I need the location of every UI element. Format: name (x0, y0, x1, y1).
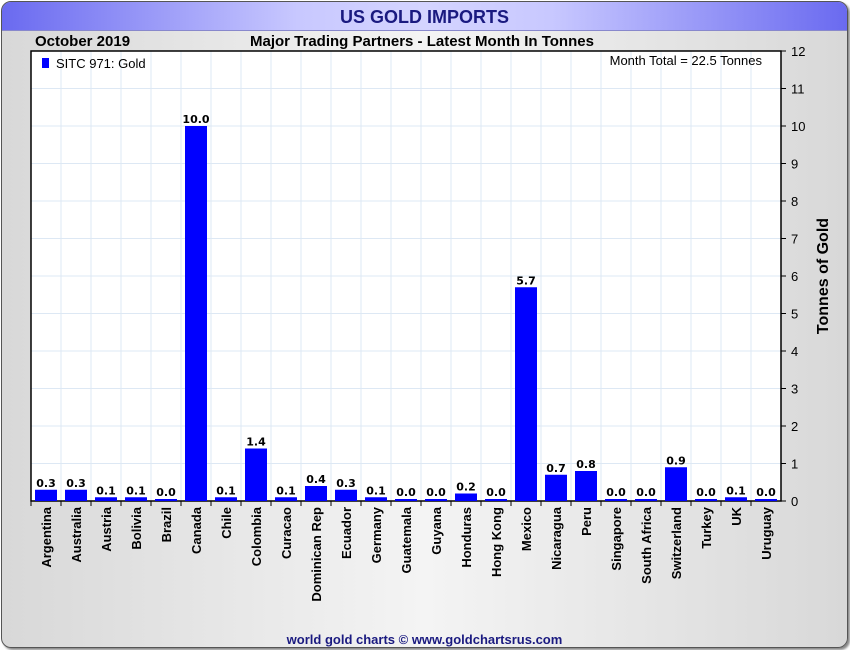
x-tick-label: UK (729, 506, 744, 525)
bar (95, 497, 117, 501)
bar (755, 499, 777, 501)
bar (425, 499, 447, 501)
bar (155, 499, 177, 501)
data-label: 0.8 (576, 458, 596, 471)
bar (305, 486, 327, 501)
x-tick-label: Uruguay (759, 506, 774, 560)
x-tick-label: Curacao (279, 507, 294, 559)
bar (605, 499, 627, 501)
y-tick-label: 1 (791, 457, 798, 472)
bar (65, 489, 87, 501)
y-tick-label: 0 (791, 494, 798, 509)
bar (575, 471, 597, 501)
bar (125, 497, 147, 501)
bar (635, 499, 657, 501)
bar (545, 474, 567, 501)
x-tick-label: Turkey (699, 506, 714, 548)
y-tick-label: 12 (791, 44, 805, 59)
bar (35, 489, 57, 501)
data-label: 0.0 (426, 486, 446, 499)
y-tick-label: 8 (791, 194, 798, 209)
chart-window: US GOLD IMPORTS October 2019 Major Tradi… (1, 1, 848, 648)
data-label: 0.2 (456, 481, 476, 494)
y-tick-label: 10 (791, 119, 805, 134)
data-label: 0.0 (396, 486, 416, 499)
data-label: 0.4 (306, 473, 326, 486)
data-label: 0.1 (126, 484, 146, 497)
x-tick-label: Honduras (459, 507, 474, 568)
x-tick-label: Colombia (249, 506, 264, 566)
x-tick-label: Hong Kong (489, 507, 504, 577)
data-label: 0.0 (756, 486, 776, 499)
x-tick-label: Nicaragua (549, 506, 564, 570)
x-tick-label: Bolivia (129, 506, 144, 549)
x-tick-label: Argentina (39, 506, 54, 567)
data-label: 0.1 (366, 484, 386, 497)
y-tick-label: 5 (791, 307, 798, 322)
x-tick-label: Switzerland (669, 507, 684, 579)
y-tick-label: 9 (791, 157, 798, 172)
x-tick-label: Mexico (519, 507, 534, 551)
x-tick-label: Guyana (429, 506, 444, 554)
bar (365, 497, 387, 501)
y-tick-label: 7 (791, 232, 798, 247)
y-tick-label: 4 (791, 344, 798, 359)
x-tick-label: Brazil (159, 507, 174, 542)
x-tick-label: South Africa (639, 506, 654, 584)
data-label: 0.0 (636, 486, 656, 499)
x-tick-label: Singapore (609, 507, 624, 571)
x-tick-label: Peru (579, 507, 594, 536)
data-label: 1.4 (246, 436, 266, 449)
x-tick-label: Guatemala (399, 506, 414, 573)
bar (185, 126, 207, 501)
bar (455, 493, 477, 501)
x-tick-label: Germany (369, 506, 384, 563)
data-label: 0.9 (666, 454, 686, 467)
data-label: 10.0 (182, 113, 209, 126)
data-label: 0.0 (606, 486, 626, 499)
data-label: 0.3 (36, 477, 56, 490)
y-tick-label: 11 (791, 82, 805, 97)
data-label: 0.7 (546, 462, 566, 475)
bar (395, 499, 417, 501)
legend-swatch (42, 58, 49, 68)
x-tick-label: Austria (99, 506, 114, 552)
data-label: 5.7 (516, 274, 536, 287)
data-label: 0.0 (486, 486, 506, 499)
data-label: 0.3 (336, 477, 356, 490)
data-label: 0.1 (216, 484, 236, 497)
bar (335, 489, 357, 501)
y-tick-label: 6 (791, 269, 798, 284)
data-label: 0.0 (696, 486, 716, 499)
bar (245, 448, 267, 501)
data-label: 0.3 (66, 477, 86, 490)
y-axis-label: Tonnes of Gold (815, 218, 832, 334)
data-label: 0.1 (276, 484, 296, 497)
x-tick-label: Ecuador (339, 507, 354, 559)
bar (485, 499, 507, 501)
month-total-annotation: Month Total = 22.5 Tonnes (610, 53, 763, 68)
x-tick-label: Dominican Rep (309, 507, 324, 602)
y-tick-label: 2 (791, 419, 798, 434)
data-label: 0.1 (726, 484, 746, 497)
bar (275, 497, 297, 501)
x-tick-label: Chile (219, 507, 234, 539)
bar (515, 287, 537, 501)
bar (695, 499, 717, 501)
bar (215, 497, 237, 501)
legend-label: SITC 971: Gold (56, 56, 146, 71)
x-tick-label: Australia (69, 506, 84, 562)
bar (665, 467, 687, 501)
bar-chart: 0123456789101112Tonnes of Gold0.3Argenti… (30, 44, 832, 602)
data-label: 0.1 (96, 484, 116, 497)
bar (725, 497, 747, 501)
y-tick-label: 3 (791, 382, 798, 397)
footer-credit: world gold charts © www.goldchartsrus.co… (286, 632, 563, 647)
data-label: 0.0 (156, 486, 176, 499)
x-tick-label: Canada (189, 506, 204, 554)
